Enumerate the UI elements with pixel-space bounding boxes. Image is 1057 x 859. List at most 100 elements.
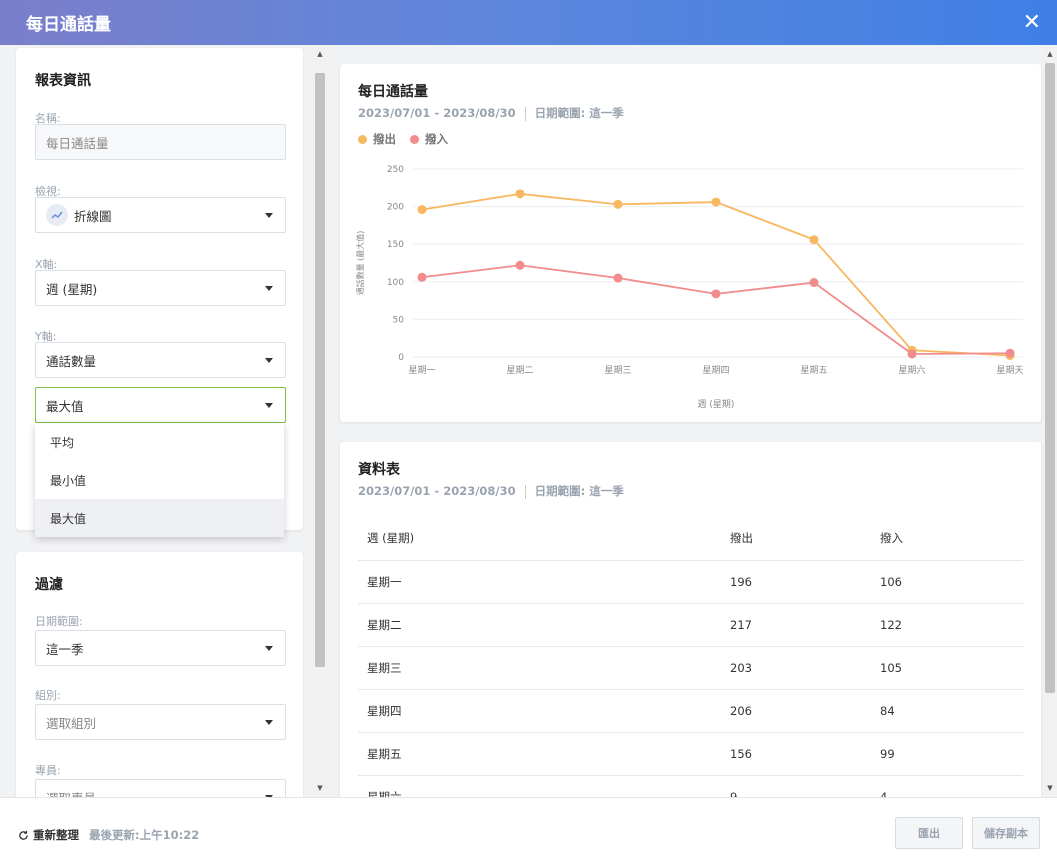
scroll-up-icon[interactable]: ▲	[1043, 47, 1057, 61]
table-cell: 星期五	[358, 732, 721, 776]
x-tick-label: 星期二	[506, 365, 533, 376]
chevron-down-icon	[265, 286, 273, 291]
data-point	[907, 349, 917, 359]
x-axis-select[interactable]: 週 (星期)	[35, 270, 286, 306]
view-value: 折線圖	[74, 208, 112, 224]
divider	[524, 484, 526, 499]
y-tick-label: 250	[387, 165, 404, 175]
aggregation-select[interactable]: 最大值	[35, 387, 286, 423]
agent-select[interactable]: 選取專員	[35, 779, 286, 797]
x-tick-label: 星期四	[702, 365, 729, 376]
data-point	[613, 199, 623, 209]
table-subtitle: 2023/07/01 - 2023/08/30 日期範圍: 這一季	[358, 483, 624, 499]
scroll-down-icon[interactable]: ▼	[313, 781, 327, 795]
aggregation-dropdown-menu: 平均 最小值 最大值	[35, 423, 284, 537]
refresh-icon	[19, 830, 28, 840]
table-cell: 99	[871, 732, 1023, 776]
right-scrollbar[interactable]: ▲ ▼	[1043, 45, 1057, 797]
y-tick-label: 200	[387, 203, 404, 213]
dropdown-option-min[interactable]: 最小值	[35, 461, 284, 499]
chevron-down-icon	[265, 213, 273, 218]
line-chart-icon	[46, 204, 68, 226]
data-point	[417, 272, 427, 282]
chart-card: 每日通話量 2023/07/01 - 2023/08/30 日期範圍: 這一季 撥…	[340, 64, 1041, 422]
data-point	[613, 273, 623, 283]
preview-pane: 每日通話量 2023/07/01 - 2023/08/30 日期範圍: 這一季 撥…	[327, 45, 1057, 797]
group-label: 組別:	[35, 689, 61, 702]
series-line-0	[421, 192, 1011, 357]
date-range-select[interactable]: 這一季	[35, 630, 286, 666]
data-point	[515, 189, 525, 199]
table-cell: 122	[871, 603, 1023, 647]
table-title: 資料表	[358, 462, 400, 478]
refresh-button[interactable]: 重新整理	[18, 827, 79, 843]
group-placeholder: 選取組別	[46, 715, 97, 731]
table-row: 星期四 206 84	[358, 689, 1023, 733]
footer-bar: 重新整理 最後更新:上午10:22 匯出 儲存副本	[0, 797, 1057, 859]
y-axis-select[interactable]: 通話數量	[35, 342, 286, 378]
refresh-label: 重新整理	[33, 828, 79, 842]
table-cell: 105	[871, 646, 1023, 690]
export-button[interactable]: 匯出	[895, 817, 963, 849]
table-header-row: 週 (星期) 撥出 撥入	[358, 517, 1023, 561]
group-select[interactable]: 選取組別	[35, 704, 286, 740]
x-axis-value: 週 (星期)	[46, 281, 98, 297]
left-scrollbar[interactable]: ▲ ▼	[313, 45, 327, 797]
data-point	[809, 235, 819, 245]
data-point	[1005, 348, 1015, 358]
window-title: 每日通話量	[26, 15, 111, 35]
table-cell: 84	[871, 689, 1023, 733]
x-tick-label: 星期三	[604, 365, 631, 376]
y-tick-label: 100	[387, 278, 404, 288]
date-range-value: 這一季	[46, 641, 84, 657]
scroll-down-icon[interactable]: ▼	[1043, 781, 1057, 795]
table-row: 星期六 9 4	[358, 775, 1023, 797]
last-updated-text: 最後更新:上午10:22	[89, 828, 200, 842]
table-cell: 156	[721, 732, 871, 776]
x-tick-label: 星期一	[408, 365, 435, 376]
data-point	[711, 289, 721, 299]
data-point	[711, 197, 721, 207]
chevron-down-icon	[265, 358, 273, 363]
y-tick-label: 50	[393, 315, 405, 325]
name-field[interactable]: 每日通話量	[35, 124, 286, 160]
column-header-week: 週 (星期)	[358, 517, 721, 561]
data-point	[515, 260, 525, 270]
table-cell: 星期一	[358, 560, 721, 604]
table-row: 星期二 217 122	[358, 603, 1023, 647]
table-row: 星期三 203 105	[358, 646, 1023, 690]
name-value: 每日通話量	[46, 135, 109, 151]
table-cell: 星期二	[358, 603, 721, 647]
table-cell: 星期四	[358, 689, 721, 733]
x-tick-label: 星期六	[898, 364, 925, 376]
settings-pane: 報表資訊 名稱: 每日通話量 檢視: 折線圖 X軸: 週 (星期) Y軸: 通話…	[0, 45, 313, 797]
right-scrollbar-thumb[interactable]	[1045, 63, 1055, 693]
data-point	[809, 278, 819, 288]
table-range-label: 日期範圍: 這一季	[534, 484, 624, 498]
agent-label: 專員:	[35, 764, 61, 777]
left-scrollbar-thumb[interactable]	[315, 73, 325, 667]
save-copy-button[interactable]: 儲存副本	[972, 817, 1040, 849]
agent-placeholder: 選取專員	[46, 788, 96, 798]
chevron-down-icon	[265, 403, 273, 408]
dropdown-option-max[interactable]: 最大值	[35, 499, 284, 537]
table-cell: 206	[721, 689, 871, 733]
close-icon[interactable]: ✕	[1023, 11, 1041, 34]
view-select[interactable]: 折線圖	[35, 197, 286, 233]
table-date-range: 2023/07/01 - 2023/08/30	[358, 484, 516, 498]
table-row: 星期一 196 106	[358, 560, 1023, 604]
series-line-1	[421, 264, 1011, 355]
y-tick-label: 0	[398, 353, 404, 363]
chevron-down-icon	[265, 646, 273, 651]
data-table: 週 (星期) 撥出 撥入 星期一 196 106 星期二 217 122 星期三 203 1…	[358, 517, 1023, 797]
table-cell: 196	[721, 560, 871, 604]
aggregation-value: 最大值	[46, 398, 84, 414]
table-cell: 星期六	[358, 775, 721, 797]
dropdown-option-average[interactable]: 平均	[35, 423, 284, 461]
table-cell: 217	[721, 603, 871, 647]
table-cell: 9	[721, 775, 871, 797]
line-chart: 0 50 100 150 200 250 星期一 星期二 星期三 星期四 星期五 星期六 星期天週 (星…	[355, 165, 1024, 410]
scroll-up-icon[interactable]: ▲	[313, 47, 327, 61]
filter-title: 過濾	[35, 577, 63, 593]
x-tick-label: 星期天	[996, 365, 1023, 376]
